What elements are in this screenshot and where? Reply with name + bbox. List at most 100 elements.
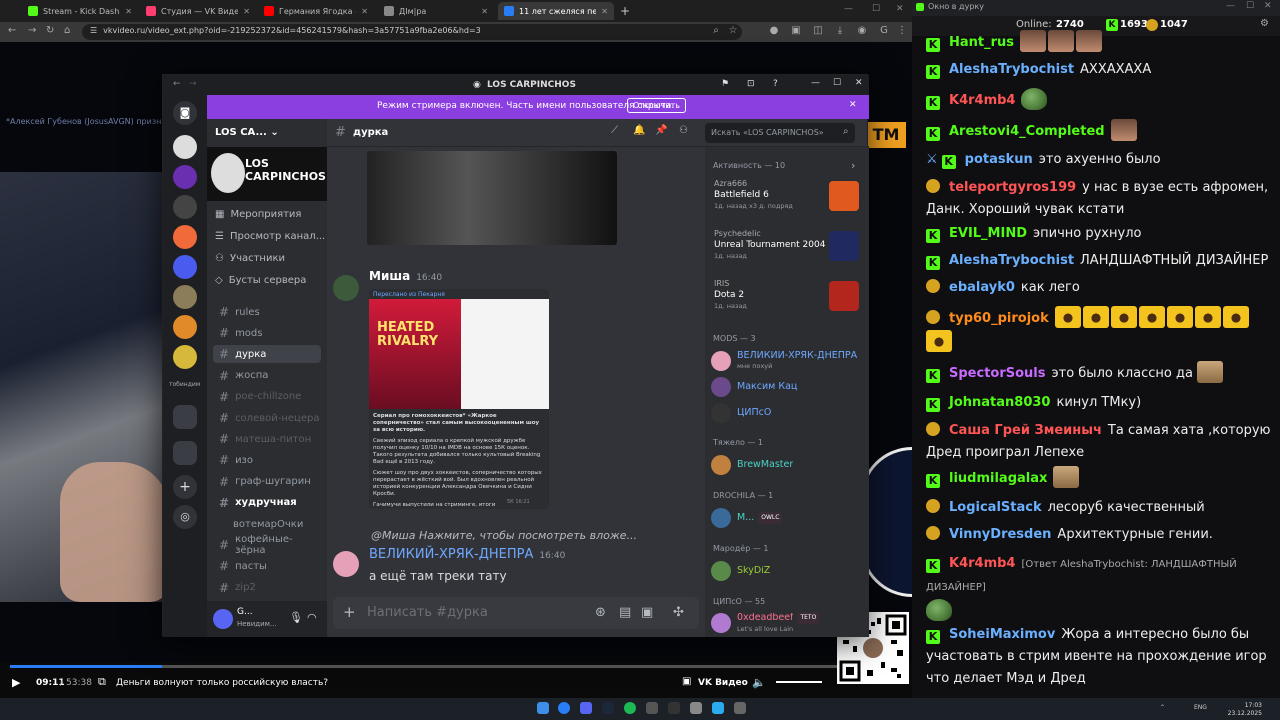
- tab-active-video[interactable]: 11 лет сжеляся перед Украин ✕: [498, 2, 614, 20]
- threads-icon[interactable]: ⟋: [611, 125, 618, 136]
- channel-item[interactable]: # граф-шугарин: [213, 473, 321, 491]
- reply-preview[interactable]: @Миша Нажмите, чтобы посмотреть вложе...: [371, 529, 671, 542]
- google-icon[interactable]: G: [878, 25, 890, 37]
- site-info-icon[interactable]: ☰: [90, 26, 97, 38]
- sticker-icon[interactable]: ▣: [641, 605, 653, 620]
- server-header[interactable]: LOS CA... ⌄: [207, 119, 327, 147]
- channel-item[interactable]: вотемарОчки: [213, 515, 321, 533]
- flag-icon[interactable]: ⚑: [721, 79, 729, 89]
- apps-icon[interactable]: ✣: [673, 605, 684, 620]
- server-folder-icon[interactable]: [173, 405, 197, 429]
- chat-username[interactable]: SoheiMaximov: [949, 627, 1055, 642]
- back-icon[interactable]: ←: [173, 79, 181, 89]
- minimize-icon[interactable]: —: [811, 78, 820, 88]
- play-icon[interactable]: ▶: [12, 676, 20, 689]
- server-icon[interactable]: [173, 255, 197, 279]
- maximize-icon[interactable]: ☐: [872, 4, 880, 14]
- close-tab-icon[interactable]: ✕: [361, 7, 368, 16]
- bell-icon[interactable]: 🔔: [633, 125, 645, 136]
- channel-item[interactable]: # изо: [213, 451, 321, 469]
- member-item[interactable]: Максим Кац: [711, 376, 865, 398]
- chat-username[interactable]: EVIL_MIND: [949, 226, 1027, 241]
- message-author[interactable]: ВЕЛИКИЙ-ХРЯК-ДНЕПРА: [369, 547, 533, 562]
- clock-time[interactable]: 17:03: [1222, 702, 1262, 709]
- chat-username[interactable]: Arestovi4_Completed: [949, 124, 1105, 139]
- maximize-icon[interactable]: ☐: [833, 78, 841, 88]
- server-folder-icon[interactable]: [173, 441, 197, 465]
- activity-card[interactable]: Psychedelic Unreal Tournament 2004 1д. наз…: [709, 227, 863, 265]
- attached-video-image[interactable]: [367, 151, 617, 245]
- member-item[interactable]: M... OWLC: [711, 507, 865, 529]
- close-tab-icon[interactable]: ✕: [481, 7, 488, 16]
- server-icon[interactable]: [173, 135, 197, 159]
- maximize-icon[interactable]: ☐: [1246, 1, 1254, 11]
- chat-username[interactable]: Саша Грей Змеиныч: [949, 423, 1102, 438]
- add-server-icon[interactable]: +: [173, 475, 197, 499]
- url-bar[interactable]: ☰ vkvideo.ru/video_ext.php?oid=-21925237…: [82, 24, 742, 40]
- tab-youtube[interactable]: Германия Ягодка — ДОМ 2 и за ✕: [258, 2, 374, 20]
- tab-kick-dashboard[interactable]: Stream - Kick Dashboard ✕: [22, 2, 138, 20]
- server-icon[interactable]: [173, 285, 197, 309]
- chat-username[interactable]: VinnyDresden: [949, 527, 1051, 542]
- server-icon[interactable]: [173, 195, 197, 219]
- explore-icon[interactable]: ◎: [173, 505, 197, 529]
- menu-events[interactable]: ▦ Мероприятия: [215, 209, 301, 220]
- channel-item[interactable]: # пасты: [213, 557, 321, 575]
- activity-card[interactable]: Azra666 Battlefield 6 1д. назад x3 д. подр…: [709, 177, 863, 215]
- chrome-icon[interactable]: [558, 702, 570, 714]
- close-window-icon[interactable]: ✕: [896, 4, 904, 14]
- extension-icon[interactable]: ●: [768, 25, 780, 37]
- screen-icon[interactable]: ⊡: [747, 79, 755, 89]
- search-input[interactable]: Искать «LOS CARPINCHOS»: [705, 123, 855, 143]
- avatar[interactable]: [333, 275, 359, 301]
- start-icon[interactable]: [537, 702, 549, 714]
- extensions-puzzle-icon[interactable]: ▣: [790, 25, 802, 37]
- chat-username[interactable]: K4r4mb4: [949, 93, 1015, 108]
- chat-username[interactable]: Hant_rus: [949, 35, 1014, 50]
- chevron-right-icon[interactable]: ›: [851, 159, 855, 172]
- member-item[interactable]: BrewMaster: [711, 454, 865, 476]
- chat-username[interactable]: liudmilagalax: [949, 471, 1047, 486]
- activity-card[interactable]: IRIS Dota 2 1д. назад: [709, 277, 863, 315]
- volume-icon[interactable]: 🔈: [752, 676, 766, 689]
- pin-icon[interactable]: 📌: [655, 125, 667, 136]
- chat-username[interactable]: teleportgyros199: [949, 180, 1076, 195]
- server-icon[interactable]: [173, 225, 197, 249]
- chat-username[interactable]: AleshaTrybochist: [949, 253, 1074, 268]
- minimize-icon[interactable]: —: [1226, 1, 1235, 11]
- tray-chevron-icon[interactable]: ⌃: [1160, 704, 1165, 711]
- split-view-icon[interactable]: ◫: [812, 25, 824, 37]
- close-banner-icon[interactable]: ✕: [849, 100, 857, 110]
- app-icon[interactable]: [734, 702, 746, 714]
- channel-item[interactable]: # худручная: [213, 494, 321, 512]
- bookmark-star-icon[interactable]: ☆: [727, 25, 739, 37]
- close-tab-icon[interactable]: ✕: [243, 7, 250, 16]
- headphones-icon[interactable]: ◠: [307, 611, 317, 624]
- member-item[interactable]: ВЕЛИКИЙ-ХРЯК-ДНЕПРА мне похуй: [711, 350, 865, 372]
- gift-icon[interactable]: ⊛: [595, 605, 606, 620]
- close-icon[interactable]: ✕: [855, 78, 863, 88]
- close-tab-icon[interactable]: ✕: [601, 7, 608, 16]
- channel-item[interactable]: # матеша-питон: [213, 430, 321, 448]
- app-icon[interactable]: [690, 702, 702, 714]
- clock-date[interactable]: 23.12.2025: [1222, 710, 1262, 717]
- help-icon[interactable]: ?: [773, 79, 778, 89]
- zoom-icon[interactable]: ⌕: [710, 25, 722, 37]
- account-icon[interactable]: ◉: [856, 25, 868, 37]
- chat-username[interactable]: potaskun: [965, 152, 1033, 167]
- channel-item[interactable]: # rules: [213, 303, 321, 321]
- channel-item[interactable]: # жоспа: [213, 367, 321, 385]
- chat-username[interactable]: typ60_pirojok: [949, 311, 1049, 326]
- chat-username[interactable]: LogicalStack: [949, 500, 1042, 515]
- server-icon[interactable]: [173, 345, 197, 369]
- channel-item[interactable]: # кофейные-зёрна: [213, 534, 321, 556]
- download-icon[interactable]: ⤓: [834, 25, 846, 37]
- server-icon[interactable]: [173, 315, 197, 339]
- channel-item[interactable]: # zip2: [213, 579, 321, 597]
- settings-icon[interactable]: ⚙: [1260, 18, 1269, 29]
- chat-username[interactable]: AleshaTrybochist: [949, 62, 1074, 77]
- chat-username[interactable]: Johnatan8030: [949, 395, 1050, 410]
- close-icon[interactable]: ✕: [1264, 1, 1272, 11]
- forward-icon[interactable]: →: [189, 79, 197, 89]
- members-list-icon[interactable]: ⚇: [679, 125, 688, 136]
